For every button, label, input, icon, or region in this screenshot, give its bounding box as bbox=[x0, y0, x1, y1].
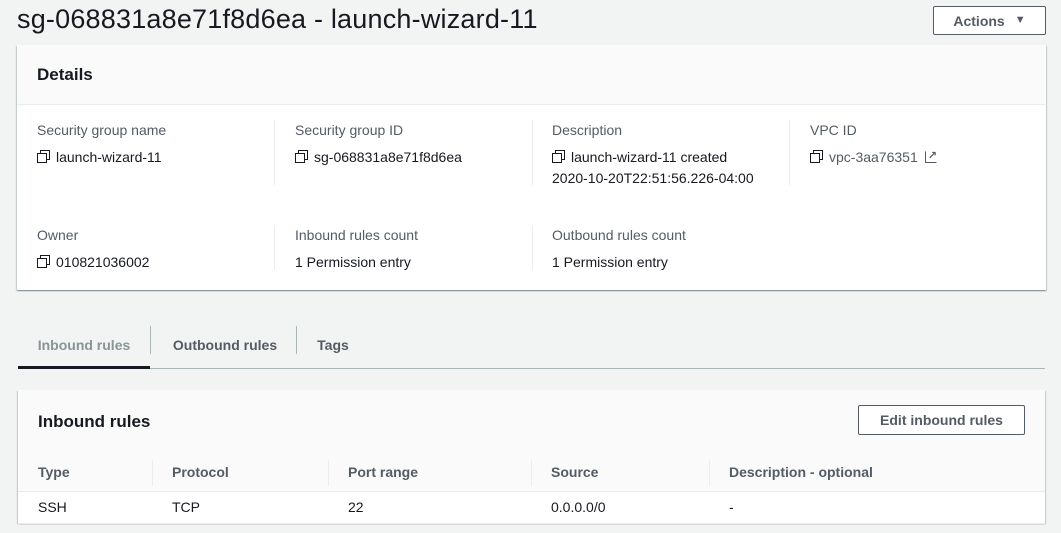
field-value: launch-wizard-11 bbox=[37, 147, 277, 168]
column-divider bbox=[274, 120, 275, 185]
actions-button[interactable]: Actions ▼ bbox=[933, 6, 1046, 35]
field-label: Outbound rules count bbox=[552, 227, 686, 243]
tab-tags[interactable]: Tags bbox=[303, 322, 363, 368]
column-header-protocol[interactable]: Protocol bbox=[152, 454, 328, 492]
tab-inbound-rules[interactable]: Inbound rules bbox=[18, 322, 150, 369]
cell-port-range: 22 bbox=[328, 491, 531, 524]
description-value: launch-wizard-11 created bbox=[571, 149, 728, 165]
cell-protocol: TCP bbox=[152, 491, 328, 524]
field-label: Security group name bbox=[37, 122, 167, 138]
field-security-group-name: Security group name launch-wizard-11 bbox=[37, 122, 277, 168]
field-outbound-rules-count: Outbound rules count 1 Permission entry bbox=[552, 227, 792, 273]
column-divider bbox=[274, 225, 275, 270]
table-row: SSH TCP 22 0.0.0.0/0 - bbox=[18, 491, 1045, 524]
field-inbound-rules-count: Inbound rules count 1 Permission entry bbox=[295, 227, 535, 273]
copy-icon[interactable] bbox=[552, 150, 565, 163]
column-header-description[interactable]: Description - optional bbox=[709, 454, 1045, 492]
details-title: Details bbox=[37, 64, 93, 84]
cell-type: SSH bbox=[18, 491, 152, 524]
tab-separator bbox=[150, 326, 151, 354]
inbound-rules-header: Inbound rules Edit inbound rules bbox=[18, 390, 1045, 454]
field-label: Security group ID bbox=[295, 122, 404, 138]
inbound-rules-title: Inbound rules bbox=[38, 412, 151, 431]
column-header-type[interactable]: Type bbox=[18, 454, 152, 492]
copy-icon[interactable] bbox=[37, 255, 50, 268]
field-label: Description bbox=[552, 122, 623, 138]
field-description: Description launch-wizard-11 created 202… bbox=[552, 122, 792, 189]
details-panel: Details Security group name launch-wizar… bbox=[17, 45, 1046, 290]
field-vpc-id: VPC ID vpc-3aa76351 bbox=[810, 122, 1050, 168]
field-value: vpc-3aa76351 bbox=[810, 146, 1050, 168]
column-divider bbox=[789, 120, 790, 185]
inbound-rules-table: Type Protocol Port range Source Descript… bbox=[18, 454, 1045, 524]
column-header-source[interactable]: Source bbox=[531, 454, 709, 492]
tab-outbound-rules[interactable]: Outbound rules bbox=[160, 322, 290, 368]
field-value: launch-wizard-11 created 2020-10-20T22:5… bbox=[552, 147, 792, 189]
column-divider bbox=[532, 120, 533, 185]
external-link-icon[interactable] bbox=[924, 146, 937, 167]
copy-icon[interactable] bbox=[37, 150, 50, 163]
security-group-name-value: launch-wizard-11 bbox=[56, 149, 162, 165]
table-header-row: Type Protocol Port range Source Descript… bbox=[18, 454, 1045, 492]
copy-icon[interactable] bbox=[810, 150, 823, 163]
field-security-group-id: Security group ID sg-068831a8e71f8d6ea bbox=[295, 122, 535, 168]
page-title: sg-068831a8e71f8d6ea - launch-wizard-11 bbox=[17, 4, 538, 34]
copy-icon[interactable] bbox=[295, 150, 308, 163]
description-value-line2: 2020-10-20T22:51:56.226-04:00 bbox=[552, 170, 754, 186]
cell-source: 0.0.0.0/0 bbox=[531, 491, 709, 524]
caret-down-icon: ▼ bbox=[1014, 14, 1026, 26]
inbound-rules-panel: Inbound rules Edit inbound rules Type Pr… bbox=[18, 390, 1045, 524]
field-value: 010821036002 bbox=[37, 252, 277, 273]
cell-description: - bbox=[709, 491, 1045, 524]
actions-button-label: Actions bbox=[953, 12, 1005, 29]
owner-value: 010821036002 bbox=[56, 254, 150, 270]
inbound-rules-count-value: 1 Permission entry bbox=[295, 254, 411, 270]
tab-separator bbox=[296, 326, 297, 354]
outbound-rules-count-value: 1 Permission entry bbox=[552, 254, 668, 270]
tab-bar: Inbound rules Outbound rules Tags bbox=[18, 322, 1045, 369]
field-label: Inbound rules count bbox=[295, 227, 418, 243]
column-divider bbox=[532, 225, 533, 270]
security-group-id-value: sg-068831a8e71f8d6ea bbox=[314, 149, 462, 165]
field-owner: Owner 010821036002 bbox=[37, 227, 277, 273]
security-group-detail-page: sg-068831a8e71f8d6ea - launch-wizard-11 … bbox=[0, 0, 1061, 533]
details-header: Details bbox=[17, 45, 1046, 105]
vpc-id-link[interactable]: vpc-3aa76351 bbox=[829, 149, 918, 165]
column-header-port-range[interactable]: Port range bbox=[328, 454, 531, 492]
field-label: Owner bbox=[37, 227, 79, 243]
edit-inbound-rules-button[interactable]: Edit inbound rules bbox=[858, 405, 1025, 435]
field-label: VPC ID bbox=[810, 122, 857, 138]
field-value: sg-068831a8e71f8d6ea bbox=[295, 147, 535, 168]
